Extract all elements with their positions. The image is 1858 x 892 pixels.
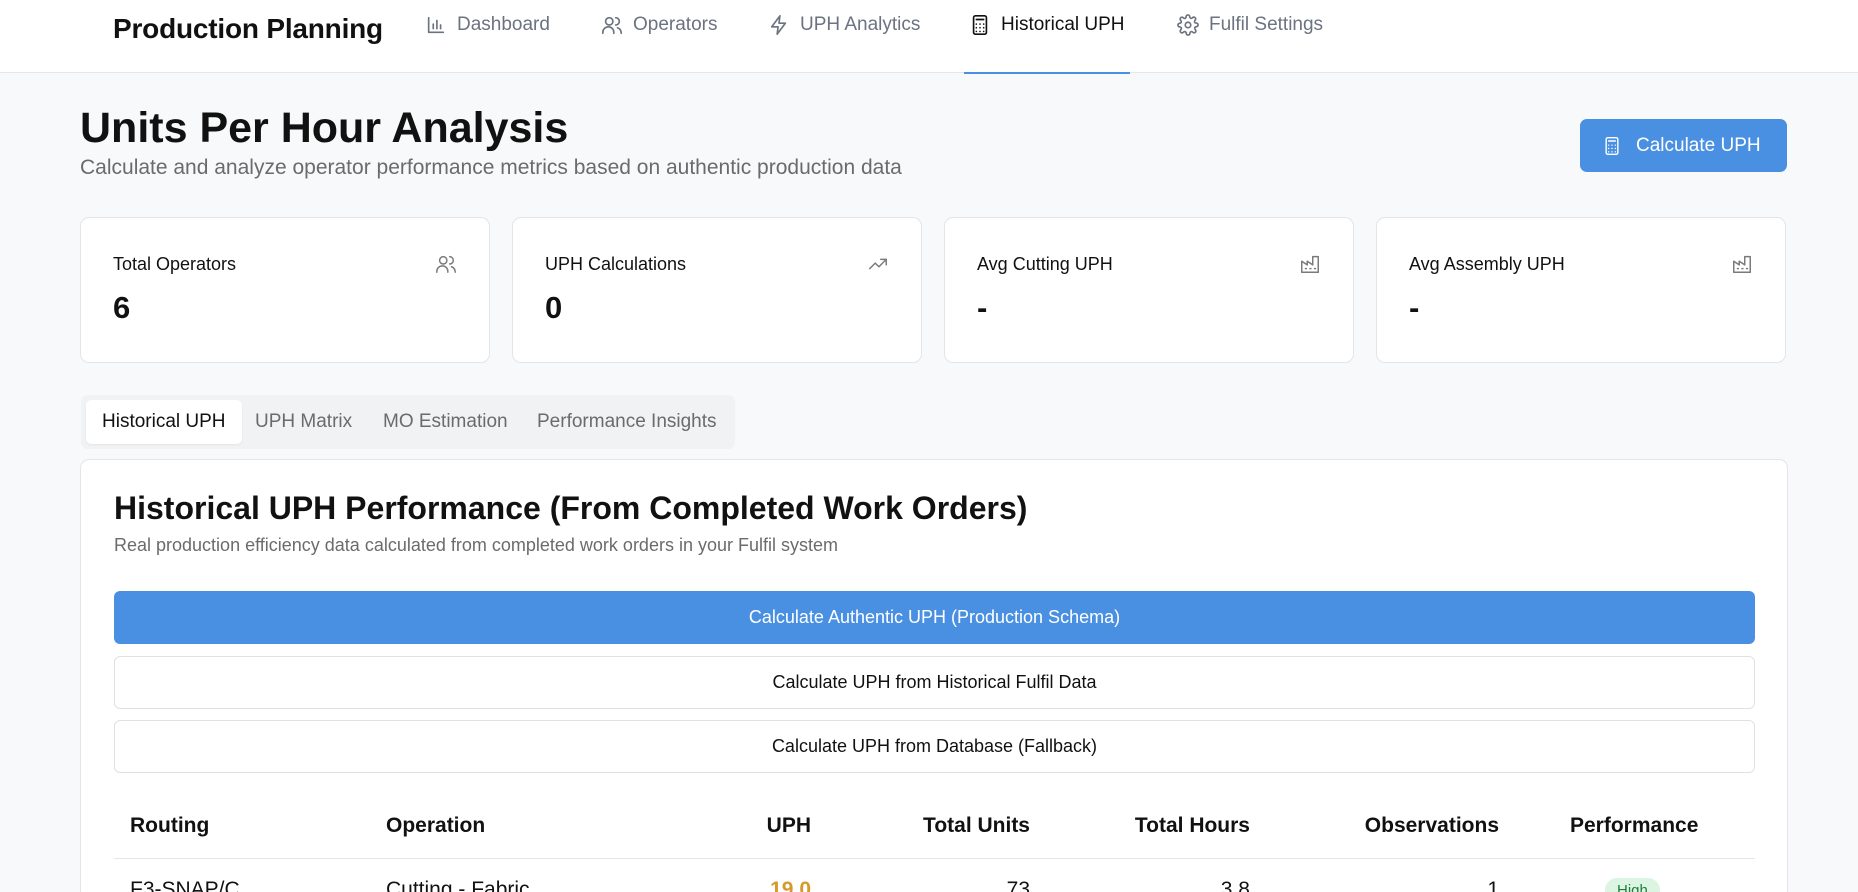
calculator-icon	[972, 14, 988, 35]
performance-badge: High	[1605, 878, 1660, 892]
column-header-operation[interactable]: Operation	[386, 814, 485, 838]
table-divider	[114, 858, 1755, 859]
tab-performance-insights[interactable]: Performance Insights	[521, 400, 733, 444]
stat-label: Avg Cutting UPH	[977, 254, 1113, 274]
stat-card-total-operators: Total Operators 6	[80, 217, 490, 363]
column-header-total-units[interactable]: Total Units	[923, 814, 1030, 838]
page-subtitle: Calculate and analyze operator performan…	[80, 156, 902, 179]
nav-item-label: UPH Analytics	[800, 13, 921, 35]
nav-item-label: Dashboard	[457, 13, 550, 35]
tab-mo-estimation[interactable]: MO Estimation	[367, 400, 524, 444]
nav-item-historical-uph[interactable]: Historical UPH	[964, 0, 1130, 74]
top-navigation: Production Planning Dashboard Operators …	[0, 0, 1858, 74]
nav-item-operators[interactable]: Operators	[596, 0, 722, 73]
cell-total-units: 73	[1006, 878, 1030, 892]
bar-chart-icon	[427, 16, 445, 33]
stat-value: -	[1409, 290, 1420, 325]
cell-routing: F3-SNAP/C	[130, 878, 240, 892]
factory-icon	[1731, 253, 1753, 275]
stat-label: Avg Assembly UPH	[1409, 254, 1565, 274]
calculate-uph-database-button[interactable]: Calculate UPH from Database (Fallback)	[114, 720, 1755, 773]
app-title: Production Planning	[113, 13, 383, 44]
stat-value: 6	[113, 290, 131, 325]
column-header-routing[interactable]: Routing	[130, 814, 209, 838]
calculate-authentic-uph-button[interactable]: Calculate Authentic UPH (Production Sche…	[114, 591, 1755, 644]
nav-item-uph-analytics[interactable]: UPH Analytics	[763, 0, 925, 73]
calculator-icon	[1605, 136, 1619, 155]
cell-uph: 19.0	[770, 878, 811, 892]
column-header-performance[interactable]: Performance	[1570, 814, 1698, 838]
calculate-uph-button[interactable]: Calculate UPH	[1580, 119, 1787, 172]
nav-item-label: Operators	[633, 13, 718, 35]
stat-value: -	[977, 290, 988, 325]
cell-observations: 1	[1487, 878, 1499, 892]
column-header-uph[interactable]: UPH	[767, 814, 811, 838]
stat-card-uph-calculations: UPH Calculations 0	[512, 217, 922, 363]
cell-total-hours: 3.8	[1220, 878, 1250, 892]
trending-up-icon	[867, 253, 889, 275]
lightning-icon	[770, 14, 787, 35]
nav-item-dashboard[interactable]: Dashboard	[420, 0, 555, 73]
tab-historical-uph[interactable]: Historical UPH	[86, 400, 242, 444]
historical-uph-panel: Historical UPH Performance (From Complet…	[80, 459, 1788, 892]
stat-value: 0	[545, 290, 563, 325]
tab-uph-matrix[interactable]: UPH Matrix	[239, 400, 368, 444]
column-header-observations[interactable]: Observations	[1365, 814, 1499, 838]
stat-label: UPH Calculations	[545, 254, 687, 274]
tab-list: Historical UPH UPH Matrix MO Estimation …	[81, 395, 735, 449]
users-icon	[602, 16, 622, 34]
factory-icon	[1299, 253, 1321, 275]
cell-operation: Cutting - Fabric	[386, 878, 530, 892]
nav-item-fulfil-settings[interactable]: Fulfil Settings	[1172, 0, 1328, 73]
gear-icon	[1177, 13, 1199, 36]
column-header-total-hours[interactable]: Total Hours	[1135, 814, 1250, 838]
calculate-uph-button-label: Calculate UPH	[1636, 134, 1761, 156]
panel-title: Historical UPH Performance (From Complet…	[114, 490, 1028, 526]
users-icon	[435, 253, 457, 275]
panel-description: Real production efficiency data calculat…	[114, 535, 838, 555]
stat-card-avg-assembly-uph: Avg Assembly UPH -	[1376, 217, 1786, 363]
stat-card-avg-cutting-uph: Avg Cutting UPH -	[944, 217, 1354, 363]
calculate-uph-fulfil-button[interactable]: Calculate UPH from Historical Fulfil Dat…	[114, 656, 1755, 709]
stat-label: Total Operators	[113, 254, 237, 274]
page-title: Units Per Hour Analysis	[80, 104, 569, 152]
nav-item-label: Historical UPH	[1001, 13, 1125, 35]
nav-item-label: Fulfil Settings	[1209, 13, 1324, 35]
